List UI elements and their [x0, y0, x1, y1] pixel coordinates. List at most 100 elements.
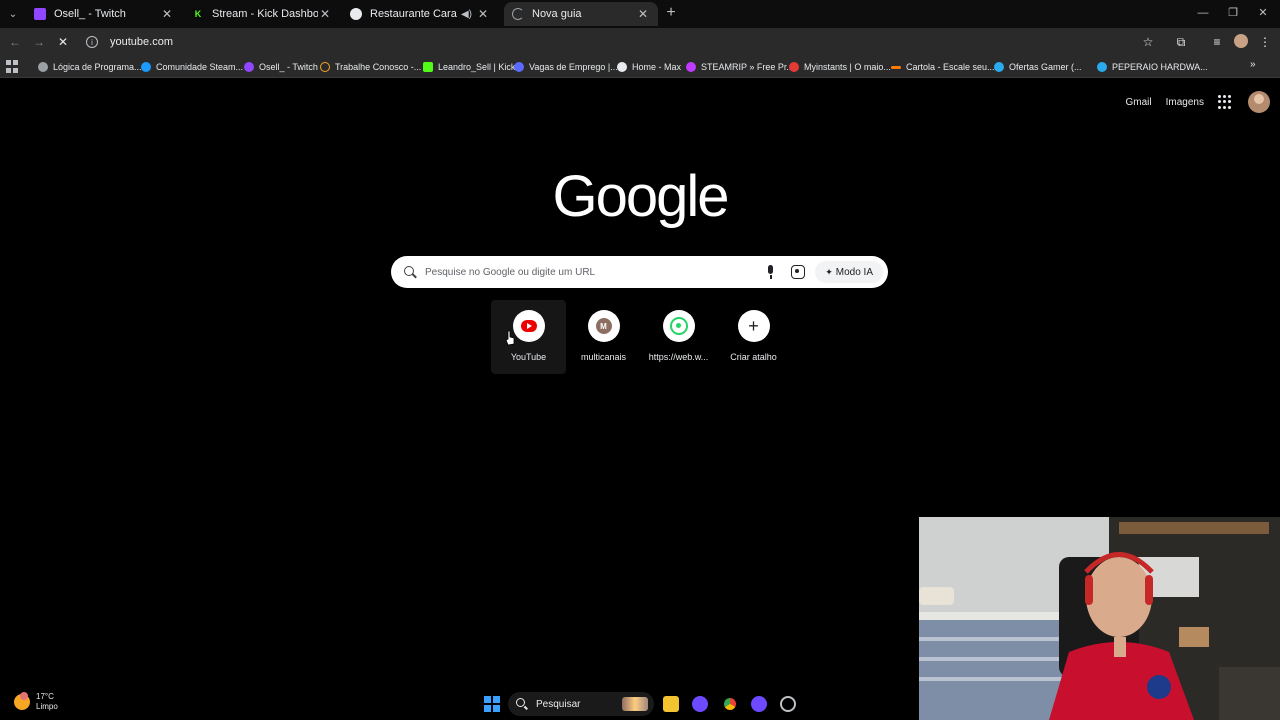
shortcut-multicanais[interactable]: M multicanais	[566, 300, 641, 374]
steam-icon	[141, 62, 151, 72]
shortcut-whatsapp[interactable]: https://web.w...	[641, 300, 716, 374]
bookmark-item[interactable]: Ofertas Gamer (...	[994, 59, 1082, 75]
bookmark-item[interactable]: Leandro_Sell | Kick	[423, 59, 515, 75]
search-highlight-icon	[622, 697, 648, 711]
forward-arrow-icon[interactable]: →	[30, 33, 48, 51]
shortcut-label: multicanais	[580, 352, 627, 362]
bookmark-favicon-icon	[686, 62, 696, 72]
app-purple-2-icon[interactable]	[751, 696, 767, 712]
bookmark-item[interactable]: Myinstants | O maio...	[789, 59, 891, 75]
bookmark-favicon-icon	[320, 62, 330, 72]
bookmarks-overflow-icon[interactable]: »	[1250, 59, 1256, 70]
obs-icon[interactable]	[780, 696, 796, 712]
website-icon	[350, 8, 362, 20]
taskbar-search-label: Pesquisar	[536, 698, 581, 710]
apps-icon[interactable]	[6, 60, 20, 74]
chrome-icon[interactable]	[722, 696, 738, 712]
address-text[interactable]: youtube.com	[110, 36, 173, 48]
media-controls-icon[interactable]: ≡	[1208, 33, 1226, 51]
close-icon[interactable]: ✕	[636, 7, 650, 21]
twitch-icon	[34, 8, 46, 20]
menu-icon[interactable]: ⋮	[1256, 33, 1274, 51]
tab-title: Osell_ - Twitch	[54, 8, 126, 20]
shortcut-icon-container: +	[737, 310, 770, 342]
shortcut-label: Criar atalho	[730, 352, 777, 362]
taskbar: 17°C Limpo Pesquisar	[0, 688, 919, 720]
toolbar: ← → ✕ i youtube.com ☆ ⧉ ≡ ⋮	[0, 28, 1280, 56]
kick-icon	[423, 62, 433, 72]
close-icon[interactable]: ✕	[160, 7, 174, 21]
taskbar-search[interactable]: Pesquisar	[508, 692, 654, 716]
address-bar[interactable]: i youtube.com	[80, 30, 1160, 54]
images-link[interactable]: Imagens	[1166, 97, 1204, 108]
microphone-icon[interactable]	[763, 264, 779, 280]
search-box[interactable]: ✦Modo IA	[391, 256, 888, 288]
tab-title: Nova guia	[532, 8, 582, 20]
bookmark-item[interactable]: Lógica de Programa...	[38, 59, 142, 75]
telegram-icon	[1097, 62, 1107, 72]
sparkle-search-icon: ✦	[825, 266, 833, 277]
bookmark-favicon-icon	[891, 65, 901, 69]
restore-icon[interactable]: ❐	[1218, 4, 1248, 22]
minimize-icon[interactable]: —	[1188, 4, 1218, 22]
telegram-icon	[994, 62, 1004, 72]
youtube-icon	[520, 320, 537, 332]
speaker-icon[interactable]: ◀)	[461, 9, 472, 20]
google-apps-icon[interactable]	[1218, 95, 1232, 109]
search-input[interactable]	[425, 266, 764, 278]
tab-nova-guia[interactable]: Nova guia ✕	[504, 2, 658, 26]
tab-search-chevron-icon[interactable]: ⌄	[4, 5, 22, 23]
bookmark-item[interactable]: Vagas de Emprego |...	[514, 59, 618, 75]
windows-start-icon[interactable]	[484, 696, 500, 712]
shortcut-icon-container: M	[587, 310, 620, 342]
shortcuts: YouTube M multicanais https://web.w... +…	[491, 300, 791, 374]
bookmark-item[interactable]: PEPERAIO HARDWA...	[1097, 59, 1208, 75]
bookmark-favicon-icon	[38, 62, 48, 72]
shortcut-add[interactable]: + Criar atalho	[716, 300, 791, 374]
bookmarks-bar: Lógica de Programa... Comunidade Steam..…	[0, 56, 1280, 78]
bookmark-favicon-icon	[617, 62, 627, 72]
whatsapp-icon	[669, 317, 688, 335]
stop-loading-icon[interactable]: ✕	[54, 33, 72, 51]
bookmark-item[interactable]: STEAMRIP » Free Pr...	[686, 59, 794, 75]
twitch-icon	[244, 62, 254, 72]
kick-icon: K	[192, 8, 204, 20]
search-icon	[516, 698, 528, 710]
weather-temperature: 17°C	[36, 692, 54, 701]
bookmark-item[interactable]: Osell_ - Twitch	[244, 59, 318, 75]
bookmark-item[interactable]: Comunidade Steam...	[141, 59, 243, 75]
tab-strip: ⌄ Osell_ - Twitch ✕ K Stream - Kick Dash…	[0, 0, 1280, 28]
shortcut-youtube[interactable]: YouTube	[491, 300, 566, 374]
bookmark-item[interactable]: Cartola - Escale seu...	[891, 59, 995, 75]
ntp-top-links: Gmail Imagens	[1126, 90, 1280, 114]
close-icon[interactable]: ✕	[318, 7, 332, 21]
shortcut-icon-container	[512, 310, 545, 342]
search-icon	[403, 265, 417, 279]
bookmark-star-icon[interactable]: ☆	[1139, 33, 1157, 51]
file-explorer-icon[interactable]	[663, 696, 679, 712]
account-avatar[interactable]	[1248, 91, 1270, 113]
back-arrow-icon[interactable]: ←	[6, 33, 24, 51]
bookmark-favicon-icon	[789, 62, 799, 72]
tab-title: Restaurante Caravelas – São	[370, 8, 457, 20]
profile-avatar[interactable]	[1234, 34, 1248, 48]
m-letter-icon: M	[595, 318, 612, 334]
weather-widget[interactable]: 17°C Limpo	[14, 692, 58, 712]
app-purple-icon[interactable]	[692, 696, 708, 712]
webcam-overlay	[919, 517, 1280, 720]
lens-icon[interactable]	[791, 265, 806, 279]
close-window-icon[interactable]: ✕	[1248, 4, 1278, 22]
tab-restaurante[interactable]: Restaurante Caravelas – São ◀) ✕	[342, 2, 498, 26]
ai-mode-button[interactable]: ✦ Modo IA	[815, 261, 883, 283]
bookmark-item[interactable]: Home - Max	[617, 59, 681, 75]
new-tab-button[interactable]: +	[662, 4, 680, 22]
tab-twitch[interactable]: Osell_ - Twitch ✕	[26, 2, 182, 26]
weather-condition: Limpo	[36, 702, 58, 711]
close-icon[interactable]: ✕	[476, 7, 490, 21]
bookmark-item[interactable]: Trabalhe Conosco -...	[320, 59, 421, 75]
bookmark-favicon-icon	[514, 62, 524, 72]
extensions-icon[interactable]: ⧉	[1172, 33, 1190, 51]
site-info-icon[interactable]: i	[86, 36, 98, 48]
gmail-link[interactable]: Gmail	[1126, 97, 1152, 108]
tab-kick[interactable]: K Stream - Kick Dashboard ✕	[184, 2, 340, 26]
